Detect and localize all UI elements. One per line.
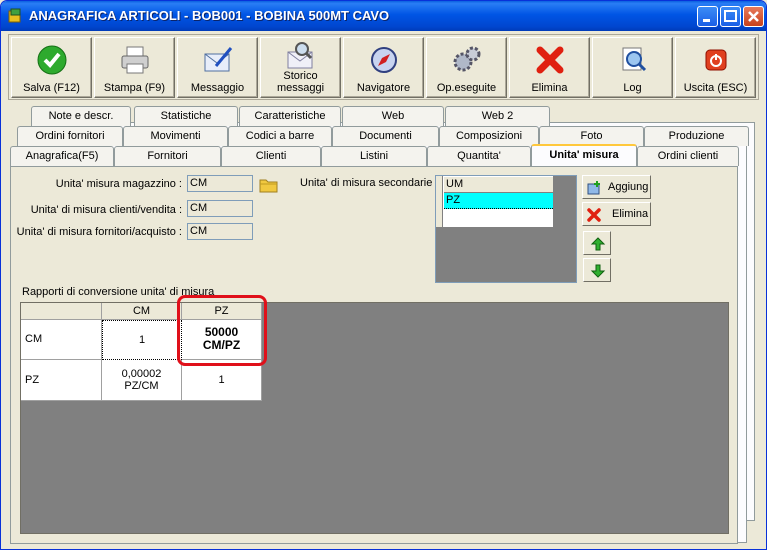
- arrow-down-icon: [590, 264, 606, 278]
- arrow-up-icon: [590, 237, 606, 251]
- title-bar[interactable]: ANAGRAFICA ARTICOLI - BOB001 - BOBINA 50…: [1, 1, 766, 31]
- toolbar: Salva (F12) Stampa (F9) Messaggio Storic…: [8, 34, 759, 100]
- delete-unit-label: Elimina: [612, 208, 649, 220]
- message-label: Messaggio: [190, 82, 245, 94]
- tab-produzione[interactable]: Produzione: [644, 126, 749, 146]
- message-history-line2: messaggi: [276, 82, 325, 94]
- log-button[interactable]: Log: [592, 37, 673, 98]
- maximize-icon: [724, 10, 737, 22]
- tab-note-descr[interactable]: Note e descr.: [31, 106, 131, 126]
- warehouse-unit-field[interactable]: CM: [187, 175, 253, 192]
- tab-ordini-clienti[interactable]: Ordini clienti: [637, 146, 739, 166]
- minimize-button[interactable]: [697, 6, 718, 27]
- tab-composizioni[interactable]: Composizioni: [439, 126, 539, 146]
- executed-operations-label: Op.eseguite: [436, 82, 497, 94]
- tab-web[interactable]: Web: [342, 106, 444, 126]
- tab-caratteristiche[interactable]: Caratteristiche: [239, 106, 341, 126]
- secondary-units-label: Unita' di misura secondarie :: [300, 177, 439, 189]
- search-envelope-icon: [287, 42, 313, 69]
- main-window: ANAGRAFICA ARTICOLI - BOB001 - BOBINA 50…: [0, 0, 767, 550]
- print-button[interactable]: Stampa (F9): [94, 37, 175, 98]
- app-icon: [8, 8, 21, 23]
- compass-icon: [371, 47, 397, 73]
- tab-documenti[interactable]: Documenti: [332, 126, 439, 146]
- grid-column-header[interactable]: CM: [102, 303, 182, 320]
- close-button[interactable]: [743, 6, 764, 27]
- tab-anagrafica[interactable]: Anagrafica(F5): [10, 146, 114, 166]
- sales-unit-label: Unita' di misura clienti/vendita :: [30, 204, 182, 216]
- tab-fornitori[interactable]: Fornitori: [114, 146, 221, 166]
- printer-icon: [121, 46, 149, 74]
- exit-button[interactable]: Uscita (ESC): [675, 37, 756, 98]
- secondary-list-header: UM: [444, 177, 553, 193]
- sales-unit-field[interactable]: CM: [187, 200, 253, 217]
- window-title: ANAGRAFICA ARTICOLI - BOB001 - BOBINA 50…: [29, 8, 390, 23]
- check-icon: [37, 45, 67, 75]
- row-selector-column: [436, 176, 443, 227]
- print-label: Stampa (F9): [103, 82, 166, 94]
- grid-row-header[interactable]: CM: [21, 320, 102, 360]
- add-unit-label: Aggiung: [608, 181, 649, 193]
- save-label: Salva (F12): [23, 82, 80, 94]
- tab-listini[interactable]: Listini: [321, 146, 427, 166]
- close-icon: [748, 11, 759, 22]
- grid-row-header[interactable]: PZ: [21, 360, 102, 401]
- secondary-list-item[interactable]: PZ: [444, 193, 553, 209]
- delete-unit-button[interactable]: Elimina: [582, 202, 651, 226]
- cell-value-line2: PZ/CM: [124, 380, 159, 392]
- grid-cell[interactable]: 1: [182, 360, 262, 401]
- tab-codici-a-barre[interactable]: Codici a barre: [228, 126, 332, 146]
- minimize-icon: [703, 19, 710, 22]
- red-x-icon: [536, 46, 564, 74]
- delete-icon: [587, 208, 601, 222]
- delete-toolbar-button[interactable]: Elimina: [509, 37, 590, 98]
- grid-corner: [21, 303, 102, 320]
- exit-label: Uscita (ESC): [683, 82, 748, 94]
- tab-web-2[interactable]: Web 2: [445, 106, 550, 126]
- tab-statistiche[interactable]: Statistiche: [134, 106, 238, 126]
- message-history-button[interactable]: Storico messaggi: [260, 37, 341, 98]
- message-button[interactable]: Messaggio: [177, 37, 258, 98]
- exit-icon: [705, 49, 727, 71]
- add-unit-button[interactable]: Aggiung: [582, 175, 651, 199]
- save-button[interactable]: Salva (F12): [11, 37, 92, 98]
- secondary-units-list[interactable]: UM PZ: [435, 175, 577, 283]
- log-search-icon: [622, 47, 647, 72]
- log-label: Log: [623, 82, 642, 94]
- grid-cell[interactable]: 1: [102, 320, 182, 360]
- navigator-button[interactable]: Navigatore: [343, 37, 424, 98]
- tab-foto[interactable]: Foto: [539, 126, 644, 146]
- add-icon: [587, 181, 600, 195]
- tab-unita-misura[interactable]: Unita' misura: [531, 144, 637, 166]
- tab-ordini-fornitori[interactable]: Ordini fornitori: [17, 126, 123, 146]
- purchase-unit-field[interactable]: CM: [187, 223, 253, 240]
- move-down-button[interactable]: [583, 258, 611, 282]
- tab-movimenti[interactable]: Movimenti: [123, 126, 228, 146]
- delete-toolbar-label: Elimina: [531, 82, 568, 94]
- grid-cell[interactable]: 0,00002 PZ/CM: [102, 360, 182, 401]
- move-up-button[interactable]: [583, 231, 611, 255]
- warehouse-unit-label: Unita' misura magazzino :: [55, 178, 182, 190]
- purchase-unit-label: Unita' di misura fornitori/acquisto :: [16, 226, 182, 238]
- message-history-line1: Storico: [283, 70, 318, 82]
- tab-clienti[interactable]: Clienti: [221, 146, 321, 166]
- conversion-grid[interactable]: CM PZ CM 1 50000 CM/PZ PZ 0,00002 PZ/CM …: [20, 302, 729, 534]
- navigator-label: Navigatore: [356, 82, 411, 94]
- pen-envelope-icon: [204, 47, 233, 72]
- folder-icon[interactable]: [258, 175, 279, 194]
- message-history-label: Storico messaggi: [261, 70, 340, 94]
- highlight-annotation: [177, 295, 267, 366]
- cell-value-line1: 0,00002: [121, 368, 162, 380]
- tab-quantita[interactable]: Quantita': [427, 146, 531, 166]
- gears-icon: [453, 46, 481, 72]
- maximize-button[interactable]: [720, 6, 741, 27]
- executed-operations-button[interactable]: Op.eseguite: [426, 37, 507, 98]
